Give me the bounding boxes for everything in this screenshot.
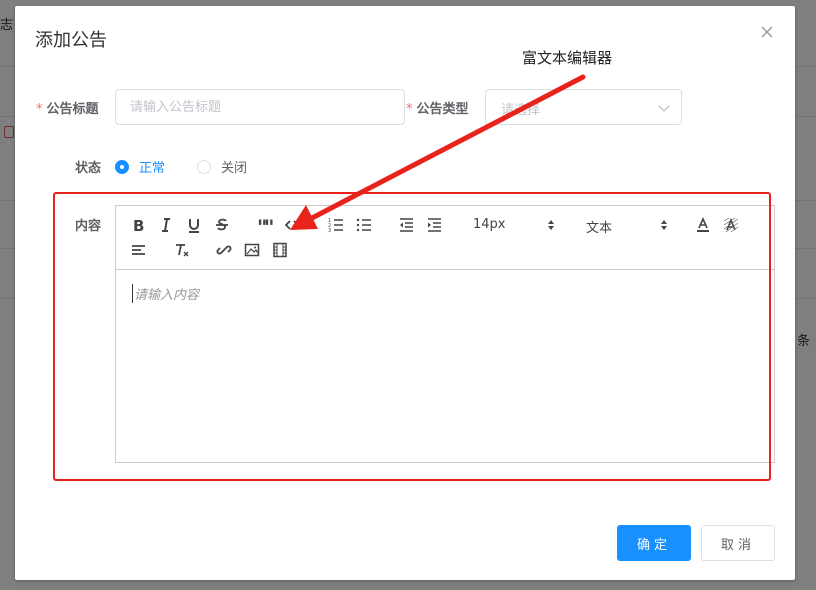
font-color-icon[interactable] <box>694 216 712 234</box>
annotation-label: 富文本编辑器 <box>522 49 613 67</box>
background-color-icon[interactable] <box>722 216 740 234</box>
header-select[interactable]: 文本 <box>586 217 612 236</box>
outdent-icon[interactable] <box>397 216 415 234</box>
link-icon[interactable] <box>215 241 233 259</box>
status-radio-closed[interactable]: 关闭 <box>197 157 247 176</box>
notice-title-input[interactable] <box>115 89 405 125</box>
underline-icon[interactable] <box>185 216 203 234</box>
close-icon[interactable] <box>759 24 775 40</box>
svg-text:": " <box>264 217 273 233</box>
clean-format-icon[interactable] <box>173 241 191 259</box>
notice-type-placeholder: 请选择 <box>501 103 541 118</box>
ordered-list-icon[interactable]: 123 <box>327 216 345 234</box>
notice-title-label-text: 公告标题 <box>46 102 99 117</box>
editor-toolbar: B "" 123 14px 文本 <box>116 206 774 270</box>
required-mark: * <box>36 102 43 117</box>
font-size-caret-icon[interactable] <box>547 219 555 231</box>
rich-text-editor: B "" 123 14px 文本 请输入内容 <box>115 205 775 463</box>
header-caret-icon[interactable] <box>660 219 668 231</box>
notice-type-label: * 公告类型 <box>406 98 469 117</box>
status-label: 状态 <box>75 161 102 176</box>
notice-title-label: * 公告标题 <box>36 98 99 117</box>
blockquote-icon[interactable]: "" <box>256 216 274 234</box>
required-mark: * <box>406 102 413 117</box>
svg-text:3: 3 <box>328 228 331 233</box>
video-icon[interactable] <box>271 241 289 259</box>
notice-type-select[interactable]: 请选择 <box>485 89 682 125</box>
indent-icon[interactable] <box>425 216 443 234</box>
font-size-select[interactable]: 14px <box>473 217 506 232</box>
status-radio-normal[interactable]: 正常 <box>115 157 165 176</box>
image-icon[interactable] <box>243 241 261 259</box>
italic-icon[interactable] <box>157 216 175 234</box>
editor-placeholder: 请输入内容 <box>132 284 199 303</box>
code-icon[interactable] <box>283 216 301 234</box>
editor-content-area[interactable]: 请输入内容 <box>116 271 774 462</box>
notice-type-label-text: 公告类型 <box>416 102 469 117</box>
bullet-list-icon[interactable] <box>355 216 373 234</box>
svg-text:B: B <box>133 217 144 233</box>
chevron-down-icon <box>658 105 670 112</box>
radio-checked-icon <box>115 159 129 174</box>
status-radio-normal-label: 正常 <box>139 161 166 176</box>
cancel-button[interactable]: 取消 <box>701 525 775 561</box>
bold-icon[interactable]: B <box>129 216 147 234</box>
status-radio-closed-label: 关闭 <box>221 161 248 176</box>
confirm-button[interactable]: 确定 <box>617 525 691 561</box>
radio-unchecked-icon <box>197 159 211 174</box>
dialog-title: 添加公告 <box>35 30 107 51</box>
align-icon[interactable] <box>129 241 147 259</box>
strike-icon[interactable] <box>213 216 231 234</box>
content-label: 内容 <box>75 219 102 234</box>
add-notice-dialog: 添加公告 *公告标题 *公告类型 请选择 状态 正常 关闭 内容 B "" 1 <box>15 6 795 580</box>
